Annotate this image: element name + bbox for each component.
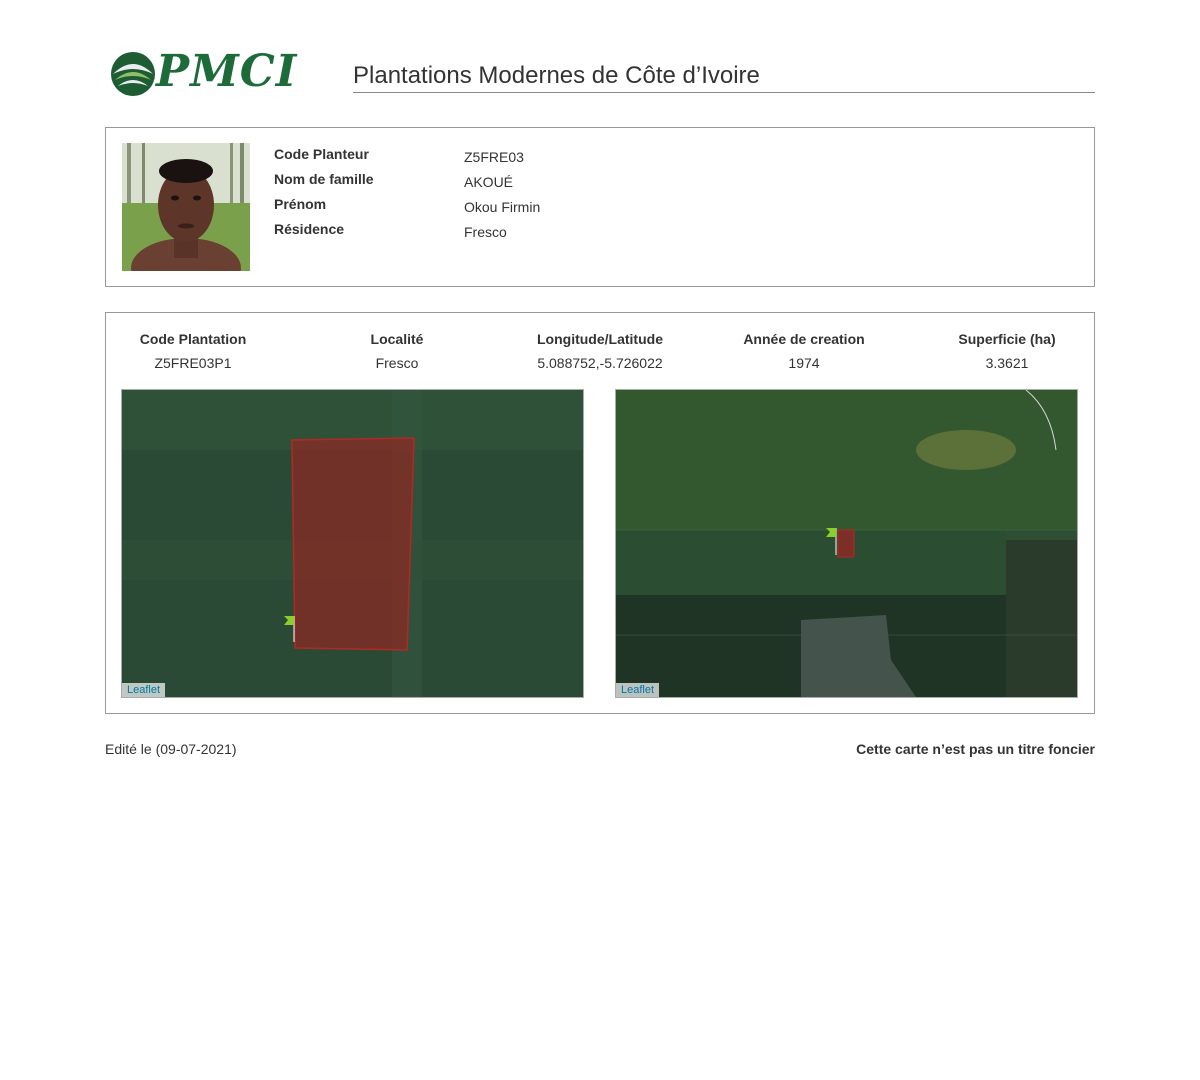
coordinates-value: 5.088752,-5.726022	[537, 355, 663, 371]
leaflet-attribution-link[interactable]: Leaflet	[122, 683, 166, 697]
annee-column: Année de creation 1974	[704, 331, 904, 371]
satellite-imagery	[122, 390, 583, 697]
plantation-plot	[291, 437, 415, 651]
code-plantation-value: Z5FRE03P1	[154, 355, 232, 371]
planter-card: Code Planteur Z5FRE03 Nom de famille AKO…	[105, 127, 1095, 287]
prenom-label: Prénom	[274, 196, 327, 212]
superficie-value: 3.3621	[985, 355, 1029, 371]
plot-map-zoomed[interactable]: Leaflet	[121, 389, 584, 698]
residence-label: Résidence	[274, 221, 345, 237]
leaflet-attribution-link[interactable]: Leaflet	[616, 683, 660, 697]
nom-famille-label: Nom de famille	[274, 171, 374, 187]
code-planteur-label: Code Planteur	[274, 146, 369, 162]
code-plantation-column: Code Plantation Z5FRE03P1	[93, 331, 293, 371]
code-plantation-header: Code Plantation	[139, 331, 247, 347]
coordinates-column: Longitude/Latitude 5.088752,-5.726022	[500, 331, 700, 371]
edited-date: Edité le (09-07-2021)	[105, 741, 237, 757]
plantation-card: Code Plantation Z5FRE03P1 Localité Fresc…	[105, 312, 1095, 714]
annee-header: Année de creation	[743, 331, 865, 347]
plantation-plot	[837, 529, 855, 558]
prenom-value: Okou Firmin	[464, 199, 541, 215]
disclaimer: Cette carte n’est pas un titre foncier	[856, 741, 1095, 757]
residence-value: Fresco	[464, 224, 507, 240]
nom-famille-value: AKOUÉ	[464, 174, 514, 190]
page-title: Plantations Modernes de Côte d’Ivoire	[353, 62, 1095, 93]
localite-value: Fresco	[375, 355, 419, 371]
superficie-header: Superficie (ha)	[958, 331, 1056, 347]
localite-column: Localité Fresco	[297, 331, 497, 371]
satellite-imagery-overview	[616, 390, 1077, 697]
plot-map-overview[interactable]: Leaflet	[615, 389, 1078, 698]
annee-value: 1974	[788, 355, 820, 371]
leaf-logo-icon	[111, 52, 155, 96]
pmci-logo: PMCI	[110, 46, 300, 98]
planter-photo	[122, 143, 250, 271]
logo-text: PMCI	[156, 46, 298, 97]
localite-header: Localité	[370, 331, 424, 347]
superficie-column: Superficie (ha) 3.3621	[907, 331, 1107, 371]
code-planteur-value: Z5FRE03	[464, 149, 524, 165]
coordinates-header: Longitude/Latitude	[537, 331, 663, 347]
